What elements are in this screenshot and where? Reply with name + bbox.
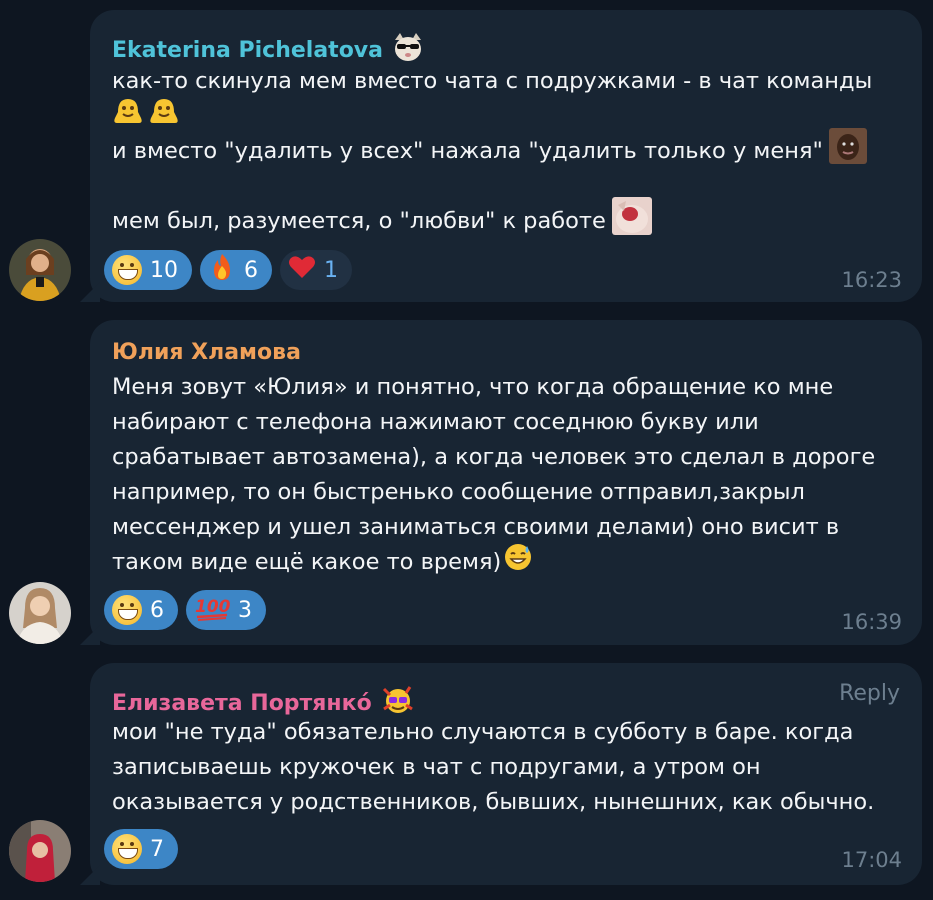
text-line-content: как-то скинула мем вместо чата с подружк… bbox=[112, 68, 873, 94]
author-name-text[interactable]: Ekaterina Pichelatova bbox=[112, 38, 383, 63]
text-line: и вместо "удалить у всех" нажала "удалит… bbox=[112, 128, 900, 169]
reaction-count: 6 bbox=[244, 257, 258, 283]
hundred-points-icon: 100 bbox=[194, 592, 231, 628]
text-line: Меня зовут «Юлия» и понятно, что когда о… bbox=[112, 370, 900, 405]
text-line-content: и вместо "удалить у всех" нажала "удалит… bbox=[112, 138, 823, 164]
text-line-content: мои "не туда" обязательно случаются в су… bbox=[112, 719, 854, 745]
cat-sticker-icon bbox=[611, 197, 652, 246]
grinning-icon bbox=[112, 595, 142, 625]
text-line: мои "не туда" обязательно случаются в су… bbox=[112, 715, 900, 750]
text-line-content: оказывается у родственников, бывших, нын… bbox=[112, 789, 875, 815]
author-name-text[interactable]: Юлия Хламова bbox=[112, 340, 301, 365]
avatar-elizaveta[interactable] bbox=[9, 820, 71, 882]
text-line: записываешь кружочек в чат с подругами, … bbox=[112, 750, 900, 785]
reply-button[interactable]: Reply bbox=[839, 681, 900, 706]
avatar-yulia[interactable] bbox=[9, 582, 71, 644]
text-line-content: мессенджер и ушел заниматься своими дела… bbox=[112, 514, 840, 540]
reaction-grinning[interactable]: 6 bbox=[104, 590, 178, 630]
reactions-bar: 6 100 3 bbox=[104, 590, 266, 630]
message-text: мои "не туда" обязательно случаются в су… bbox=[112, 715, 900, 820]
reaction-fire[interactable]: 6 bbox=[200, 250, 272, 290]
text-line-content: например, то он быстренько сообщение отп… bbox=[112, 479, 805, 505]
author-name-text[interactable]: Елизавета Портянко́ bbox=[112, 691, 372, 716]
grinning-icon bbox=[112, 255, 142, 285]
text-line-content: набирают с телефона нажимают соседнюю бу… bbox=[112, 409, 759, 435]
emoji-line bbox=[112, 99, 900, 134]
chat-feed[interactable]: Ekaterina Pichelatova как-то скинула мем… bbox=[0, 0, 933, 900]
reaction-grinning[interactable]: 10 bbox=[104, 250, 192, 290]
melting-face-icon bbox=[148, 96, 180, 137]
text-line-content: таком виде ещё какое то время) bbox=[112, 549, 502, 575]
text-line: как-то скинула мем вместо чата с подружк… bbox=[112, 64, 900, 99]
fire-icon bbox=[208, 252, 236, 288]
reactions-bar: 7 bbox=[104, 829, 178, 869]
heart-icon bbox=[288, 254, 316, 286]
message-bubble[interactable]: Юлия Хламова Меня зовут «Юлия» и понятно… bbox=[90, 320, 922, 645]
reaction-count: 3 bbox=[238, 597, 252, 623]
grinning-icon bbox=[112, 834, 142, 864]
message-time: 16:39 bbox=[841, 610, 902, 634]
author-name[interactable]: Юлия Хламова bbox=[112, 340, 301, 365]
text-line: мем был, разумеется, о "любви" к работе bbox=[112, 197, 900, 239]
text-line: набирают с телефона нажимают соседнюю бу… bbox=[112, 405, 900, 440]
text-line-content: срабатывает автозамена), а когда человек… bbox=[112, 444, 876, 470]
melting-face-icon bbox=[112, 96, 144, 137]
reaction-count: 6 bbox=[150, 597, 164, 623]
empty-line bbox=[112, 169, 900, 204]
text-line-content: мем был, разумеется, о "любви" к работе bbox=[112, 208, 606, 234]
text-line: таком виде ещё какое то время) bbox=[112, 542, 900, 583]
text-line: срабатывает автозамена), а когда человек… bbox=[112, 440, 900, 475]
reaction-count: 7 bbox=[150, 836, 164, 862]
reaction-count: 1 bbox=[324, 257, 338, 283]
reaction-grinning[interactable]: 7 bbox=[104, 829, 178, 869]
face-sticker-icon bbox=[828, 128, 867, 175]
reaction-heart[interactable]: 1 bbox=[280, 250, 352, 290]
reactions-bar: 10 6 1 bbox=[104, 250, 352, 290]
text-line: например, то он быстренько сообщение отп… bbox=[112, 475, 900, 510]
text-line: оказывается у родственников, бывших, нын… bbox=[112, 785, 900, 820]
reaction-hundred[interactable]: 100 3 bbox=[186, 590, 266, 630]
sweat-smile-icon bbox=[503, 542, 533, 583]
message-time: 17:04 bbox=[841, 848, 902, 872]
message-text: как-то скинула мем вместо чата с подружк… bbox=[112, 64, 900, 239]
message-bubble[interactable]: Елизавета Портянко́ Reply мои "не туда" … bbox=[90, 663, 922, 885]
text-line-content: Меня зовут «Юлия» и понятно, что когда о… bbox=[112, 374, 834, 400]
avatar-ekaterina[interactable] bbox=[9, 239, 71, 301]
text-line: мессенджер и ушел заниматься своими дела… bbox=[112, 510, 900, 545]
message-time: 16:23 bbox=[841, 268, 902, 292]
message-bubble[interactable]: Ekaterina Pichelatova как-то скинула мем… bbox=[90, 10, 922, 302]
reaction-count: 10 bbox=[150, 257, 178, 283]
text-line-content: записываешь кружочек в чат с подругами, … bbox=[112, 754, 761, 780]
message-text: Меня зовут «Юлия» и понятно, что когда о… bbox=[112, 370, 900, 580]
